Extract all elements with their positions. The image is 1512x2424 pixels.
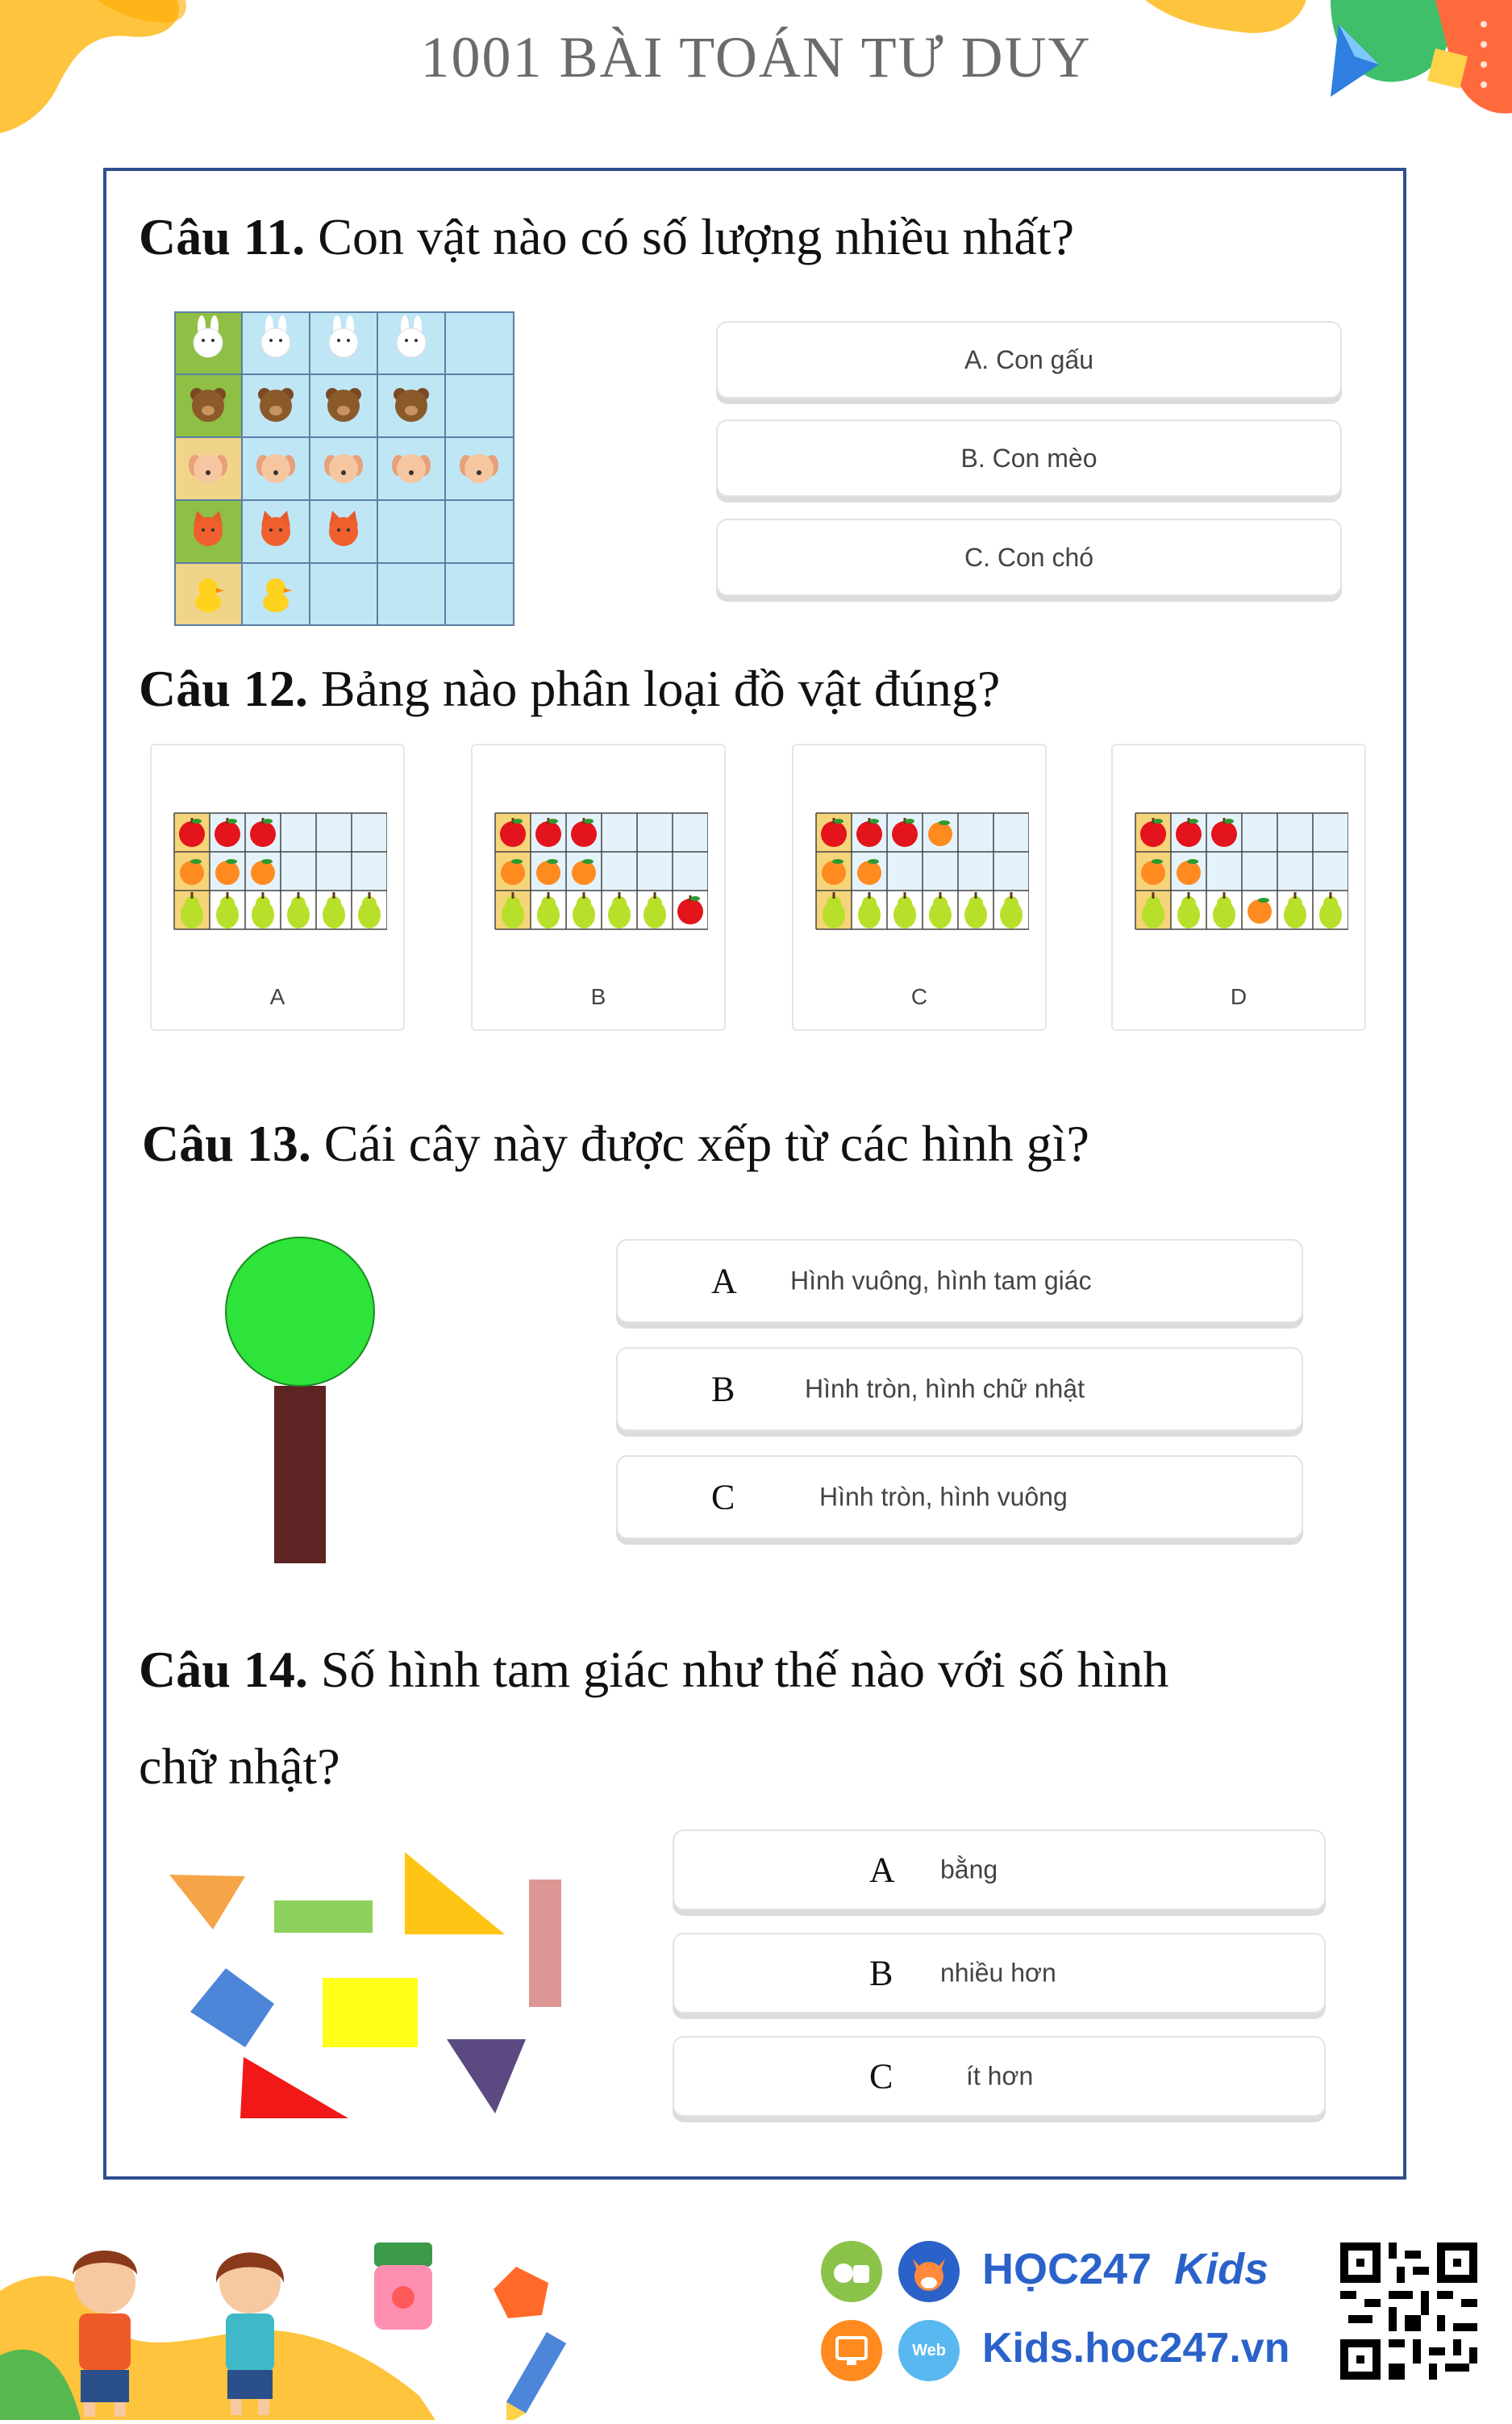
brand-logo[interactable]: HỌC247 Kids: [982, 2241, 1321, 2297]
q14-option-a-letter: A: [869, 1850, 895, 1890]
q13-option-c[interactable]: C Hình tròn, hình vuông: [616, 1455, 1303, 1539]
brand-kids: Kids: [1174, 2245, 1269, 2293]
triangle-red: [240, 2057, 348, 2118]
q13-tree-figure: [218, 1234, 379, 1565]
q14-option-a-text: bằng: [940, 1855, 998, 1884]
q12-card-c[interactable]: C: [792, 744, 1047, 1031]
q11-option-b-label: B. Con mèo: [960, 443, 1098, 473]
square-blue: [190, 1968, 274, 2047]
page-title: 1001 BÀI TOÁN TƯ DUY: [420, 25, 1092, 90]
q13-option-c-text: Hình tròn, hình vuông: [819, 1482, 1068, 1512]
q12-card-a-table: [173, 811, 388, 931]
q12-card-d-table: [1134, 811, 1349, 931]
q13-text: Cái cây này được xếp từ các hình gì?: [310, 1115, 1089, 1172]
q11-option-a[interactable]: A. Con gấu: [716, 321, 1342, 398]
rectangle-green: [274, 1900, 373, 1933]
boy-icon: [73, 2251, 137, 2417]
q12-text: Bảng nào phân loại đồ vật đúng?: [307, 660, 1001, 717]
q11-option-a-label: A. Con gấu: [964, 344, 1094, 374]
q12-card-b-label: B: [590, 984, 606, 1009]
q13-title: Câu 13. Cái cây này được xếp từ các hình…: [142, 1105, 1352, 1183]
q13-option-b-letter: B: [711, 1369, 735, 1409]
tree-trunk-rectangle: [274, 1386, 326, 1563]
q12-card-b-table: [494, 811, 709, 931]
q11-text: Con vật nào có số lượng nhiều nhất?: [305, 208, 1074, 265]
q12-card-a-label: A: [269, 984, 285, 1009]
q14-title: Câu 14. Số hình tam giác như thế nào với…: [139, 1621, 1348, 1815]
q13-option-b[interactable]: B Hình tròn, hình chữ nhật: [616, 1347, 1303, 1431]
q11-option-b[interactable]: B. Con mèo: [716, 419, 1342, 497]
pencil-icon: [506, 2332, 567, 2424]
q11-number: Câu 11.: [139, 208, 306, 265]
q11-animal-grid: [174, 311, 514, 626]
web-badge-label: Web: [912, 2341, 946, 2359]
site-url[interactable]: Kids.hoc247.vn: [982, 2320, 1337, 2376]
q14-number: Câu 14.: [139, 1641, 308, 1698]
q14-shapes-figure: [161, 1839, 581, 2130]
q12-card-a[interactable]: A: [150, 744, 405, 1031]
q13-option-c-letter: C: [711, 1477, 735, 1517]
q14-option-c-text: ít hơn: [966, 2061, 1034, 2091]
web-icon[interactable]: Web: [898, 2320, 960, 2381]
q12-card-c-table: [814, 811, 1030, 931]
backpack-icon: [374, 2243, 432, 2330]
q14-option-c-letter: C: [869, 2056, 893, 2096]
rectangle-yellow: [323, 1978, 418, 2047]
q12-card-d-label: D: [1230, 984, 1248, 1009]
q14-option-b[interactable]: B nhiều hơn: [673, 1933, 1326, 2013]
q11-option-c[interactable]: C. Con chó: [716, 519, 1342, 596]
q14-option-a[interactable]: A bằng: [673, 1829, 1326, 1910]
q14-text-line1: Số hình tam giác như thế nào với số hình: [307, 1641, 1169, 1698]
footer-illustration: [0, 2194, 581, 2424]
fox-mascot-icon[interactable]: [898, 2241, 960, 2302]
q14-text-line2: chữ nhật?: [139, 1738, 340, 1795]
rectangle-pink: [529, 1880, 561, 2007]
q13-option-b-text: Hình tròn, hình chữ nhật: [805, 1374, 1085, 1404]
brand-hoc247: HỌC247: [982, 2245, 1152, 2293]
pentagon-icon: [494, 2267, 548, 2318]
q12-card-c-label: C: [910, 984, 928, 1009]
q13-option-a-letter: A: [711, 1261, 737, 1301]
q11-option-c-label: C. Con chó: [964, 542, 1094, 572]
tree-crown-circle: [225, 1237, 375, 1387]
q11-title: Câu 11. Con vật nào có số lượng nhiều nh…: [139, 198, 1348, 276]
qr-code-icon: [1340, 2243, 1477, 2380]
q14-option-b-text: nhiều hơn: [940, 1958, 1056, 1988]
q12-card-b[interactable]: B: [471, 744, 726, 1031]
desktop-icon[interactable]: [821, 2320, 882, 2381]
q12-card-d[interactable]: D: [1111, 744, 1366, 1031]
q13-option-a[interactable]: A Hình vuông, hình tam giác: [616, 1239, 1303, 1323]
android-apple-icon[interactable]: [821, 2241, 882, 2302]
q13-number: Câu 13.: [142, 1115, 311, 1172]
triangle-orange: [169, 1875, 245, 1930]
q12-number: Câu 12.: [139, 660, 308, 717]
triangle-purple: [447, 2039, 526, 2113]
q13-option-a-text: Hình vuông, hình tam giác: [790, 1266, 1092, 1295]
q12-title: Câu 12. Bảng nào phân loại đồ vật đúng?: [139, 650, 1348, 728]
q14-option-c[interactable]: C ít hơn: [673, 2036, 1326, 2117]
q14-option-b-letter: B: [869, 1953, 893, 1993]
triangle-yellow: [405, 1852, 505, 1934]
